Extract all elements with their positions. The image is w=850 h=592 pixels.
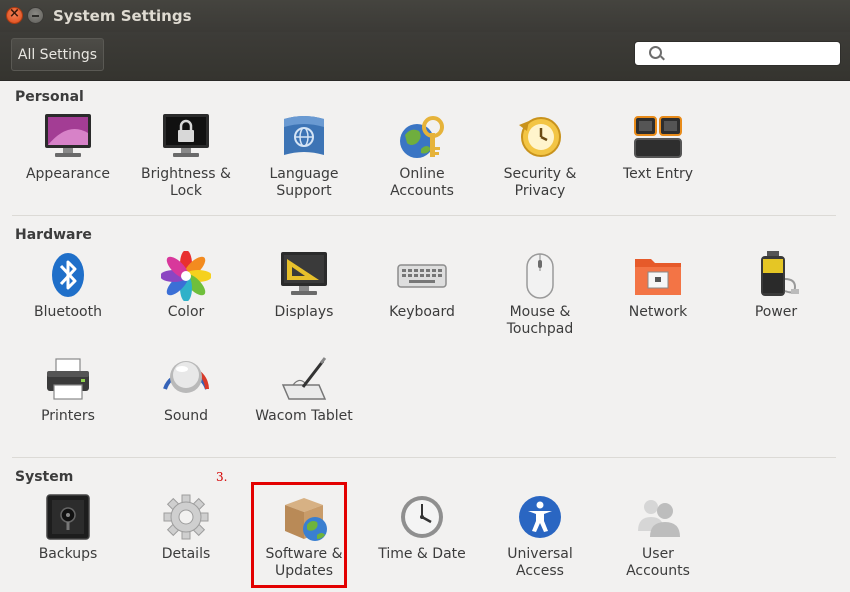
lock-icon [161,113,211,163]
item-label: Support [276,183,332,199]
section-title-hardware: Hardware [15,227,92,243]
item-label: Backups [38,546,98,562]
item-brightness-lock[interactable]: Brightness & Lock [127,113,245,200]
section-divider [12,457,836,458]
item-label: Language [269,166,339,182]
security-clock-icon [515,113,565,163]
item-displays[interactable]: Displays [245,251,363,321]
item-label: Keyboard [389,304,455,320]
item-online-accounts[interactable]: Online Accounts [363,113,481,200]
color-flower-icon [160,250,212,302]
item-label: Bluetooth [34,304,102,320]
item-power[interactable]: Power [717,251,835,321]
item-label: Accounts [626,563,690,579]
online-accounts-icon [397,113,447,163]
system-settings-window: × System Settings All Settings Personal … [0,0,850,592]
item-language-support[interactable]: Language Support [245,113,363,200]
item-label: Security & [503,166,577,182]
item-label: Time & Date [378,546,466,562]
item-wacom-tablet[interactable]: Wacom Tablet [245,355,363,425]
item-text-entry[interactable]: Text Entry [599,113,717,183]
item-label: Network [628,304,688,320]
item-label: Universal [507,546,573,562]
item-label: Brightness & [141,166,231,182]
item-security-privacy[interactable]: Security & Privacy [481,113,599,200]
item-details[interactable]: Details [127,493,245,563]
network-folder-icon [633,251,683,301]
step-annotation: 3. [216,470,228,484]
accessibility-icon [515,493,565,543]
toolbar: All Settings [0,32,850,81]
gear-icon [161,493,211,543]
search-box[interactable] [634,41,841,66]
battery-icon [751,251,801,301]
item-network[interactable]: Network [599,251,717,321]
item-label: Details [161,546,211,562]
minimize-button[interactable] [27,7,44,24]
close-icon: × [9,6,20,21]
item-time-date[interactable]: Time & Date [363,493,481,563]
item-label: Online [399,166,445,182]
item-universal-access[interactable]: Universal Access [481,493,599,580]
item-label: Accounts [390,183,454,199]
section-divider [12,215,836,216]
minimize-icon [32,15,39,17]
section-title-personal: Personal [15,89,84,105]
item-label: Printers [41,408,95,424]
safe-icon [43,493,93,543]
item-bluetooth[interactable]: Bluetooth [9,251,127,321]
item-appearance[interactable]: Appearance [9,113,127,183]
item-label: Color [167,304,205,320]
item-label: Text Entry [622,166,693,182]
item-color[interactable]: Color [127,250,245,321]
mouse-icon [515,251,565,301]
all-settings-button[interactable]: All Settings [11,38,104,71]
item-mouse-touchpad[interactable]: Mouse & Touchpad [481,251,599,338]
clock-icon [397,493,447,543]
item-label: Lock [170,183,202,199]
item-label: Mouse & [509,304,571,320]
title-bar: × System Settings [0,0,850,32]
item-label: Displays [274,304,334,320]
search-icon [649,46,662,59]
keyboard-icon [397,251,447,301]
item-label: Wacom Tablet [255,408,353,424]
item-label: Power [754,304,798,320]
item-user-accounts[interactable]: User Accounts [599,493,717,580]
search-input[interactable] [667,44,839,64]
close-button[interactable]: × [6,6,23,24]
section-title-system: System [15,469,74,485]
printer-icon [43,355,93,405]
item-label: Access [516,563,564,579]
speaker-knob-icon [161,355,211,405]
item-label: Privacy [514,183,566,199]
display-icon [279,251,329,301]
window-title: System Settings [53,7,192,25]
item-sound[interactable]: Sound [127,355,245,425]
item-label: User [642,546,674,562]
item-label: Appearance [25,166,111,182]
tablet-pen-icon [279,355,329,405]
appearance-icon [43,113,93,163]
item-printers[interactable]: Printers [9,355,127,425]
highlight-box [251,482,347,588]
bluetooth-icon [43,251,93,301]
language-flag-icon [279,113,329,163]
keyboard-keys-icon [633,113,683,163]
item-label: Sound [163,408,209,424]
users-icon [633,493,683,543]
item-keyboard[interactable]: Keyboard [363,251,481,321]
item-label: Touchpad [506,321,574,337]
item-backups[interactable]: Backups [9,493,127,563]
